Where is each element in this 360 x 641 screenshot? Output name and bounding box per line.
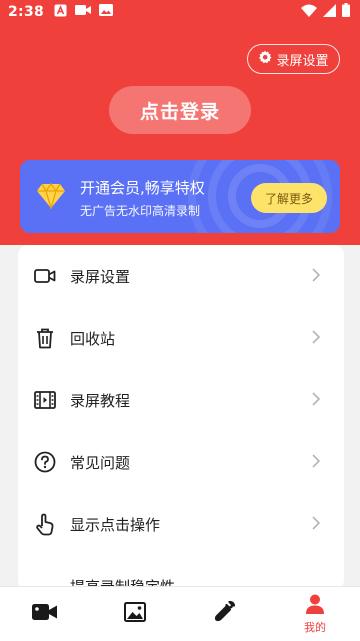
- learn-more-button[interactable]: 了解更多: [251, 183, 327, 213]
- film-icon: [33, 388, 57, 412]
- image-icon: [124, 602, 146, 626]
- image-icon: [99, 4, 114, 20]
- menu-item-label: 显示点击操作: [70, 515, 161, 534]
- menu-item-label: 录屏教程: [70, 391, 131, 410]
- menu-item-faq[interactable]: 常见问题: [18, 431, 344, 493]
- menu-item-label: 录屏设置: [70, 267, 131, 286]
- menu-item-recycle-bin[interactable]: 回收站: [18, 307, 344, 369]
- chevron-right-icon: [312, 391, 321, 410]
- nav-profile[interactable]: 我的: [270, 587, 360, 641]
- tap-hand-icon: [33, 512, 57, 536]
- video-camera-icon: [32, 603, 58, 625]
- status-bar: 2:38: [0, 0, 360, 24]
- nav-record[interactable]: [0, 587, 90, 641]
- menu-item-record-settings[interactable]: 录屏设置: [18, 245, 344, 307]
- chevron-right-icon: [312, 329, 321, 348]
- status-time: 2:38: [8, 4, 45, 20]
- menu-item-show-taps[interactable]: 显示点击操作: [18, 493, 344, 555]
- vip-title: 开通会员,畅享特权: [80, 179, 205, 197]
- wrench-icon: [214, 600, 236, 627]
- menu-item-tutorial[interactable]: 录屏教程: [18, 369, 344, 431]
- wifi-icon: [301, 4, 317, 21]
- diamond-icon: [36, 182, 66, 213]
- chevron-right-icon: [312, 267, 321, 286]
- nav-gallery[interactable]: [90, 587, 180, 641]
- record-settings-label: 录屏设置: [276, 53, 329, 69]
- trash-icon: [33, 326, 57, 350]
- record-settings-button[interactable]: 录屏设置: [247, 44, 340, 74]
- battery-icon: [342, 3, 350, 21]
- nav-profile-label: 我的: [304, 620, 326, 634]
- menu-item-stability[interactable]: 提高录制稳定性: [18, 555, 344, 591]
- menu-item-label: 回收站: [70, 329, 116, 348]
- vip-subtitle: 无广告无水印高清录制: [80, 204, 201, 218]
- a-icon: [54, 4, 67, 21]
- video-camera-icon: [33, 264, 57, 288]
- menu-item-label: 常见问题: [70, 453, 131, 472]
- nav-tools[interactable]: [180, 587, 270, 641]
- bottom-navigation: 我的: [0, 586, 360, 641]
- chevron-right-icon: [312, 515, 321, 534]
- gear-icon: [258, 50, 272, 68]
- vip-banner[interactable]: 开通会员,畅享特权 无广告无水印高清录制 了解更多: [20, 160, 340, 233]
- menu-list: 录屏设置 回收站 录屏教程 常见问题 显示点击操作 提高录制稳定性: [18, 245, 344, 590]
- video-camera-icon: [75, 4, 92, 20]
- chevron-right-icon: [312, 453, 321, 472]
- login-button[interactable]: 点击登录: [109, 86, 251, 134]
- question-icon: [33, 450, 57, 474]
- person-icon: [305, 594, 325, 618]
- signal-icon: [323, 3, 336, 21]
